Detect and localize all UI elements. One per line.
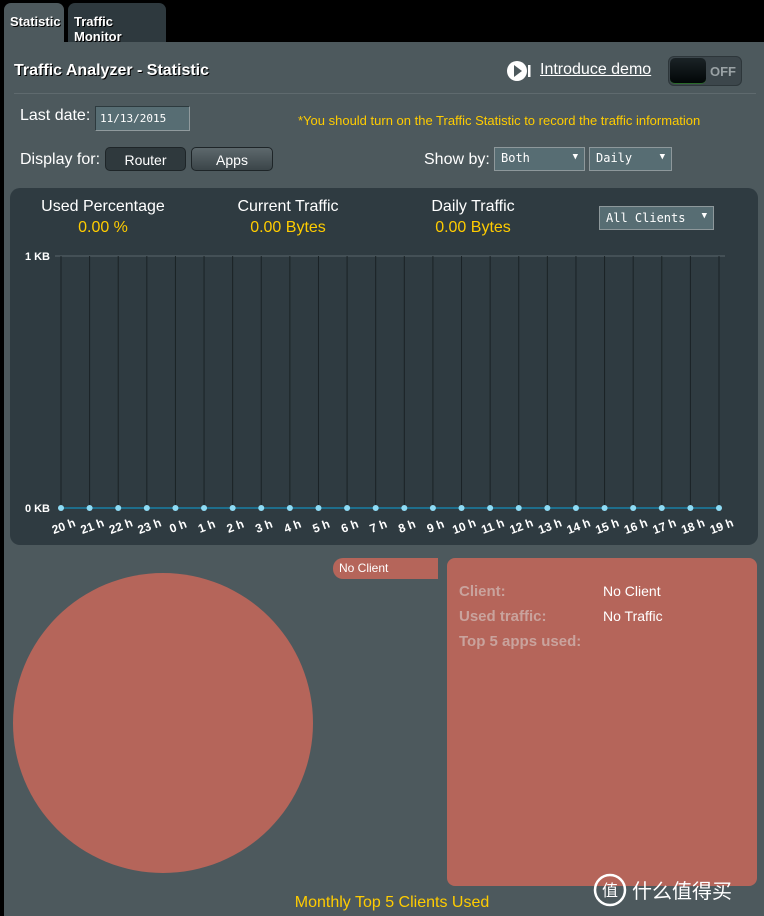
daily-traffic: Daily Traffic 0.00 Bytes [388, 198, 558, 237]
x-tick-label: 11 h [479, 516, 506, 537]
data-point [687, 505, 694, 511]
display-for-label: Display for: [20, 151, 101, 168]
data-point [716, 505, 722, 511]
direction-select[interactable]: Both ▼ [494, 147, 585, 171]
data-point [544, 505, 551, 511]
x-tick-label: 23 h [136, 516, 163, 537]
x-tick-label: 8 h [396, 517, 417, 536]
introduce-demo-link[interactable]: Introduce demo [540, 61, 651, 79]
x-tick-label: 17 h [651, 516, 678, 537]
data-point [487, 505, 494, 511]
warning-text: *You should turn on the Traffic Statisti… [298, 113, 701, 128]
router-button[interactable]: Router [105, 147, 186, 171]
x-tick-label: 15 h [594, 516, 621, 537]
y-tick-label: 1 KB [25, 251, 50, 263]
client-value: No Client [603, 583, 661, 599]
tab-statistic[interactable]: Statistic [4, 3, 64, 43]
tab-traffic-monitor[interactable]: Traffic Monitor [68, 3, 166, 44]
current-traffic-label: Current Traffic [237, 198, 339, 215]
x-tick-label: 3 h [253, 517, 274, 536]
svg-text:什么值得买: 什么值得买 [632, 880, 732, 903]
x-tick-label: 10 h [450, 516, 477, 537]
period-value: Daily [596, 151, 633, 165]
client-info-card: Client: No Client Used traffic: No Traff… [447, 558, 757, 886]
data-point [344, 505, 351, 511]
traffic-statistic-toggle[interactable]: OFF [668, 56, 742, 86]
x-tick-label: 0 h [168, 517, 189, 536]
data-point [115, 505, 122, 511]
x-tick-label: 18 h [679, 516, 706, 537]
x-tick-label: 21 h [79, 516, 106, 537]
data-point [572, 505, 579, 511]
svg-text:值: 值 [602, 882, 618, 900]
chevron-down-icon: ▼ [659, 152, 665, 162]
data-point [458, 505, 465, 511]
show-by-label: Show by: [424, 151, 490, 168]
data-point [258, 505, 265, 511]
data-point [86, 505, 93, 511]
used-traffic-label: Used traffic: [459, 608, 547, 625]
x-tick-label: 13 h [536, 516, 563, 537]
client-select[interactable]: All Clients ▼ [599, 206, 714, 230]
client-select-value: All Clients [606, 211, 686, 225]
y-tick-label: 0 KB [25, 503, 50, 515]
chevron-down-icon: ▼ [701, 211, 707, 221]
data-point [401, 505, 408, 511]
x-tick-label: 7 h [368, 517, 389, 536]
x-tick-label: 12 h [508, 516, 535, 537]
data-point [429, 505, 436, 511]
used-percentage-value: 0.00 % [78, 219, 128, 236]
used-traffic-value: No Traffic [603, 608, 663, 624]
x-tick-label: 16 h [622, 516, 649, 537]
data-point [172, 505, 179, 511]
page-title: Traffic Analyzer - Statistic [14, 62, 210, 79]
toggle-knob [670, 58, 706, 84]
daily-traffic-value: 0.00 Bytes [435, 219, 511, 236]
data-point [229, 505, 236, 511]
data-point [630, 505, 637, 511]
divider [14, 93, 756, 94]
pie-legend-item[interactable]: No Client [333, 558, 438, 579]
current-traffic-value: 0.00 Bytes [250, 219, 326, 236]
data-point [143, 505, 150, 511]
pie-slice [13, 573, 313, 873]
x-tick-label: 9 h [425, 517, 446, 536]
x-tick-label: 1 h [196, 517, 217, 536]
client-label: Client: [459, 583, 506, 600]
top-apps-label: Top 5 apps used: [459, 633, 582, 650]
used-percentage-label: Used Percentage [41, 198, 165, 215]
used-percentage: Used Percentage 0.00 % [18, 198, 188, 237]
watermark-logo: 值什么值得买 [593, 873, 732, 907]
chevron-down-icon: ▼ [572, 152, 578, 162]
data-point [201, 505, 208, 511]
toggle-label: OFF [710, 64, 736, 79]
direction-value: Both [501, 151, 530, 165]
x-tick-label: 2 h [225, 517, 246, 536]
last-date-label: Last date: [20, 107, 91, 124]
data-point [601, 505, 608, 511]
period-select[interactable]: Daily ▼ [589, 147, 672, 171]
x-tick-label: 20 h [50, 516, 77, 537]
data-point [315, 505, 322, 511]
pie-chart [13, 573, 313, 873]
data-point [658, 505, 665, 511]
x-tick-label: 19 h [708, 516, 735, 537]
x-tick-label: 14 h [565, 516, 592, 537]
x-tick-label: 4 h [282, 517, 303, 536]
play-camera-icon[interactable] [507, 60, 531, 82]
x-tick-label: 5 h [311, 517, 332, 536]
data-point [372, 505, 379, 511]
data-point [286, 505, 293, 511]
data-point [515, 505, 522, 511]
apps-button[interactable]: Apps [191, 147, 273, 171]
last-date-input[interactable]: 11/13/2015 [95, 106, 190, 131]
daily-traffic-label: Daily Traffic [431, 198, 515, 215]
data-point [58, 505, 64, 511]
current-traffic: Current Traffic 0.00 Bytes [203, 198, 373, 237]
x-tick-label: 22 h [107, 516, 134, 537]
x-tick-label: 6 h [339, 517, 360, 536]
traffic-line-chart: 20 h 21 h 22 h 23 h 0 h 1 h 2 h 3 h 4 h 5 h 6 h 7 h… [25, 251, 735, 537]
